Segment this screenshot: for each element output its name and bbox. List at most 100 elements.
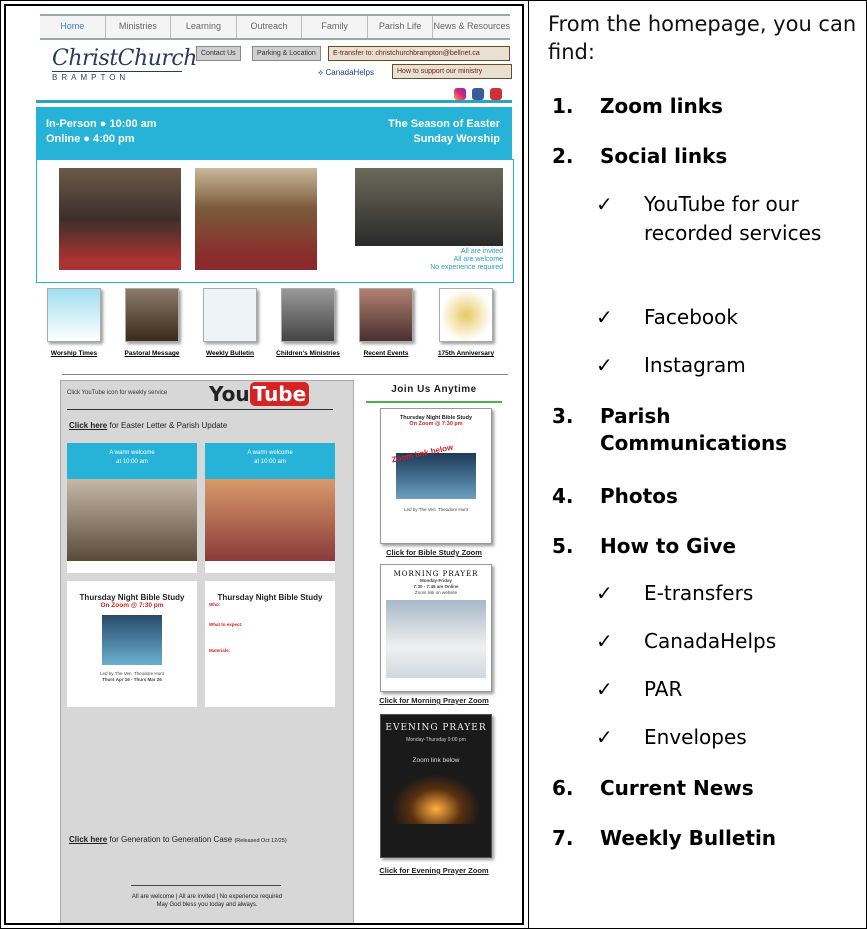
evening-prayer-card[interactable]: EVENING PRAYER Monday-Thursday 9:00 pm Z… bbox=[380, 714, 492, 858]
sub-label: YouTube for our recorded services bbox=[644, 192, 822, 245]
morning-prayer-zoom-link[interactable]: Click for Morning Prayer Zoom bbox=[362, 696, 506, 705]
section-divider bbox=[62, 374, 508, 375]
bible-study-flyer-1[interactable]: Thursday Night Bible Study On Zoom @ 7:3… bbox=[67, 581, 197, 707]
sub-label: CanadaHelps bbox=[644, 629, 777, 653]
header-divider bbox=[36, 100, 512, 103]
canadahelps-link[interactable]: ⟡ CanadaHelps bbox=[318, 68, 374, 78]
welcome-card-1[interactable]: A warm welcome at 10:00 am bbox=[67, 443, 197, 573]
tile-img bbox=[439, 288, 493, 342]
easter-letter-text: for Easter Letter & Parish Update bbox=[107, 421, 228, 430]
worship-banner: In-Person ● 10:00 am Online ● 4:00 pm Th… bbox=[36, 107, 512, 159]
generation-link[interactable]: Click here bbox=[69, 835, 107, 844]
nav-ministries[interactable]: Ministries bbox=[106, 16, 172, 38]
evening-title: EVENING PRAYER bbox=[385, 723, 487, 733]
tile-175th-anniversary[interactable]: 175th Anniversary bbox=[432, 288, 500, 357]
footer-rule bbox=[131, 885, 281, 886]
sub-label: E-transfers bbox=[644, 581, 754, 605]
panel-rule bbox=[67, 409, 333, 410]
yt-tube: Tube bbox=[249, 382, 310, 406]
sub-label: Instagram bbox=[644, 353, 746, 377]
check-icon: ✓ bbox=[596, 192, 613, 216]
bs-spacer bbox=[205, 608, 335, 622]
banner-sunday: Sunday Worship bbox=[413, 133, 500, 145]
item-label: Social links bbox=[600, 144, 728, 168]
caption-invited: All are invited bbox=[460, 248, 503, 255]
morning-title: MORNING PRAYER bbox=[393, 570, 479, 578]
welcome-head: A warm welcome at 10:00 am bbox=[67, 443, 197, 479]
nav-family[interactable]: Family bbox=[302, 16, 368, 38]
tile-pastoral-message[interactable]: Pastoral Message bbox=[118, 288, 186, 357]
join-us-heading: Join Us Anytime bbox=[391, 384, 477, 395]
check-icon: ✓ bbox=[596, 353, 613, 377]
sub-label: Facebook bbox=[644, 305, 738, 329]
check-icon: ✓ bbox=[596, 305, 613, 329]
check-icon: ✓ bbox=[596, 581, 613, 605]
tile-weekly-bulletin[interactable]: Weekly Bulletin bbox=[196, 288, 264, 357]
morning-prayer-card[interactable]: MORNING PRAYER Monday-Friday 7:30 - 7:45… bbox=[380, 564, 492, 692]
tile-img bbox=[203, 288, 257, 342]
left-content-panel: Click YouTube icon for weekly service Yo… bbox=[60, 380, 354, 923]
nav-learning[interactable]: Learning bbox=[171, 16, 237, 38]
welcome-card-2[interactable]: A warm welcome at 10:00 am bbox=[205, 443, 335, 573]
bible-study-zoom-card[interactable]: Thursday Night Bible Study On Zoom @ 7:3… bbox=[380, 408, 492, 544]
contact-us-button[interactable]: Contact Us bbox=[196, 46, 241, 61]
banner-inperson: In-Person ● 10:00 am bbox=[46, 118, 157, 130]
nav-parish-life[interactable]: Parish Life bbox=[368, 16, 434, 38]
photo-caption: All are invited All are welcome No exper… bbox=[417, 248, 503, 272]
canadahelps-icon: ⟡ bbox=[318, 68, 326, 77]
yt-you: You bbox=[209, 382, 250, 406]
join-us-rule bbox=[366, 401, 502, 403]
generation-note: (Released Oct 12/25) bbox=[234, 838, 287, 844]
parking-location-button[interactable]: Parking & Location bbox=[252, 46, 321, 61]
footer-line1: All are welcome | All are invited | No e… bbox=[131, 894, 283, 900]
tile-recent-events[interactable]: Recent Events bbox=[352, 288, 420, 357]
bs-led: Led by The Ven. Theodore Hunt bbox=[404, 507, 468, 512]
etransfer-button[interactable]: E-transfer to: christchurchbrampton@bell… bbox=[328, 46, 510, 61]
easter-letter-link[interactable]: Click here bbox=[69, 421, 107, 430]
item-label: Parish Communications bbox=[600, 404, 788, 455]
tile-worship-times[interactable]: Worship Times bbox=[40, 288, 108, 357]
photo-church-interior[interactable] bbox=[195, 168, 317, 270]
welcome-line2: at 10:00 am bbox=[254, 459, 286, 465]
evening-sub: Monday-Thursday 9:00 pm bbox=[406, 737, 466, 743]
instagram-icon[interactable] bbox=[454, 88, 466, 100]
item-label: Current News bbox=[600, 776, 754, 800]
tile-img bbox=[281, 288, 335, 342]
item-num: 4. bbox=[552, 484, 574, 508]
youtube-icon[interactable] bbox=[490, 88, 502, 100]
bible-study-flyer-2[interactable]: Thursday Night Bible Study Who: What to … bbox=[205, 581, 335, 707]
quick-tiles: Worship Times Pastoral Message Weekly Bu… bbox=[36, 288, 512, 368]
nav-home[interactable]: Home bbox=[40, 16, 106, 38]
top-nav: Home Ministries Learning Outreach Family… bbox=[40, 14, 510, 40]
footer-line2: May God bless you today and always. bbox=[156, 902, 258, 908]
nav-outreach[interactable]: Outreach bbox=[237, 16, 303, 38]
item-num: 2. bbox=[552, 144, 574, 168]
tile-img bbox=[125, 288, 179, 342]
welcome-head: A warm welcome at 10:00 am bbox=[205, 443, 335, 479]
sub-label: Envelopes bbox=[644, 725, 747, 749]
tile-childrens-ministries[interactable]: Children's Ministries bbox=[274, 288, 342, 357]
welcome-photo bbox=[205, 479, 335, 561]
church-logo[interactable]: ChristChurch BRAMPTON bbox=[52, 46, 197, 96]
evening-prayer-zoom-link[interactable]: Click for Evening Prayer Zoom bbox=[362, 866, 506, 875]
explainer-panel: From the homepage, you can find: bbox=[548, 10, 858, 66]
photo-children[interactable] bbox=[59, 168, 181, 270]
check-icon: ✓ bbox=[596, 725, 613, 749]
photo-strip: All are invited All are welcome No exper… bbox=[36, 159, 514, 283]
support-ministry-button[interactable]: How to support our ministry bbox=[392, 64, 512, 79]
youtube-logo-icon[interactable]: You Tube bbox=[209, 382, 310, 406]
welcome-line1: A warm welcome bbox=[247, 450, 293, 456]
item-label: Zoom links bbox=[600, 94, 723, 118]
easter-letter-line: Click here for Easter Letter & Parish Up… bbox=[69, 421, 227, 430]
bible-study-zoom-link[interactable]: Click for Bible Study Zoom bbox=[362, 548, 506, 557]
nav-news-resources[interactable]: News & Resources bbox=[433, 16, 510, 38]
item-num: 7. bbox=[552, 826, 574, 850]
generation-text: for Generation to Generation Case bbox=[107, 835, 233, 844]
item-label: How to Give bbox=[600, 534, 737, 558]
tile-label: Children's Ministries bbox=[276, 350, 340, 357]
item-label: Photos bbox=[600, 484, 678, 508]
photo-choir[interactable] bbox=[355, 168, 503, 246]
bs-title: Thursday Night Bible Study bbox=[79, 593, 185, 602]
logo-main-text: ChristChurch bbox=[52, 46, 197, 71]
facebook-icon[interactable] bbox=[472, 88, 484, 100]
